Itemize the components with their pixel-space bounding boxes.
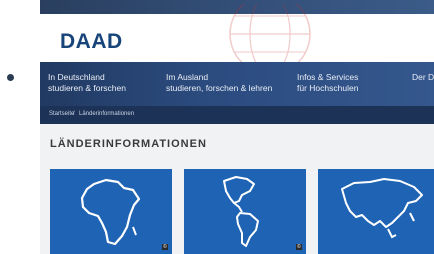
daad-logo[interactable]: DAAD <box>60 30 123 54</box>
focus-dot <box>7 74 14 81</box>
nav-item-label-line1: Im Ausland <box>166 72 209 82</box>
nav-item-in-deutschland[interactable]: In Deutschland studieren & forschen <box>48 72 126 94</box>
nav-item-der-daad[interactable]: Der DAAD <box>412 72 434 83</box>
copyright-badge: © <box>162 244 168 250</box>
americas-map-icon <box>223 176 259 247</box>
nav-item-im-ausland[interactable]: Im Ausland studieren, forschen & lehren <box>166 72 272 94</box>
nav-item-infos-services[interactable]: Infos & Services für Hochschulen <box>297 72 358 94</box>
logo-band: DAAD <box>47 4 434 74</box>
main-navigation: In Deutschland studieren & forschen Im A… <box>40 62 434 106</box>
breadcrumb-separator: / <box>73 111 75 117</box>
nav-item-label-line1: Infos & Services <box>297 72 359 82</box>
nav-item-label-line2: studieren, forschen & lehren <box>166 83 273 93</box>
main-content: LÄNDERINFORMATIONEN © © <box>40 124 434 254</box>
nav-item-label-line1: In Deutschland <box>48 72 105 82</box>
nav-item-label-line1: Der DAAD <box>412 72 434 82</box>
nav-item-label-line2: studieren & forschen <box>48 83 126 93</box>
browser-viewport: DAAD In Deutschland studieren & forschen… <box>0 0 434 254</box>
breadcrumb: Startseite / Länderinformationen <box>40 106 434 124</box>
country-card-asia[interactable] <box>318 169 434 254</box>
asia-map-icon <box>341 178 423 239</box>
copyright-badge: © <box>296 244 302 250</box>
nav-item-label-line2: für Hochschulen <box>297 83 359 93</box>
country-card-africa[interactable]: © <box>50 169 172 254</box>
africa-map-icon <box>80 178 141 246</box>
breadcrumb-current: Länderinformationen <box>79 111 135 117</box>
breadcrumb-home-link[interactable]: Startseite <box>49 111 74 117</box>
country-card-americas[interactable]: © <box>184 169 306 254</box>
page-title: LÄNDERINFORMATIONEN <box>50 138 207 150</box>
